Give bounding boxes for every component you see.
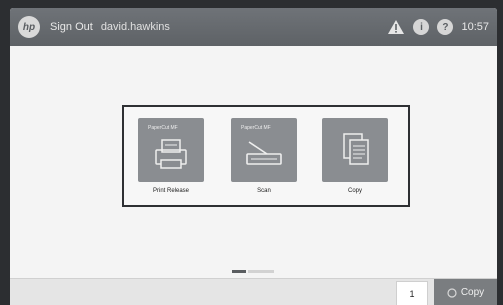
status-area: i ? 10:57 — [387, 19, 489, 35]
clock: 10:57 — [461, 21, 489, 33]
help-icon[interactable]: ? — [437, 19, 454, 35]
copy-start-icon — [447, 287, 457, 298]
tile-label: Copy — [347, 188, 362, 194]
sign-out-button[interactable]: Sign Out — [50, 21, 93, 33]
tile-print-release[interactable]: PaperCut MF Print Release — [138, 118, 204, 202]
hp-logo[interactable]: hp — [18, 16, 40, 38]
tile-label: Scan — [257, 188, 271, 194]
scanner-icon — [246, 141, 282, 165]
tile-scan-button[interactable]: PaperCut MF — [231, 118, 297, 182]
warning-icon[interactable] — [387, 19, 405, 35]
info-icon[interactable]: i — [413, 19, 430, 35]
tile-scan[interactable]: PaperCut MF Scan — [231, 118, 297, 202]
copy-button-label: Copy — [460, 287, 485, 298]
tile-print-release-button[interactable]: PaperCut MF — [138, 118, 204, 182]
touch-screen: hp Sign Out david.hawkins i ? 10:57 Pape… — [10, 8, 497, 305]
page-indicator[interactable] — [232, 270, 274, 273]
bottom-bar: 1 Copy — [10, 278, 497, 305]
tile-copy[interactable]: Copy — [322, 118, 388, 202]
copies-count-field[interactable]: 1 — [396, 281, 428, 305]
app-tiles-panel: PaperCut MF Print Release PaperCut MF Sc… — [122, 105, 410, 207]
copy-button[interactable]: Copy — [434, 279, 497, 305]
username-label: david.hawkins — [100, 21, 170, 33]
page-dot-active[interactable] — [232, 270, 246, 273]
copy-documents-icon — [343, 133, 369, 165]
tile-copy-button[interactable] — [322, 118, 388, 182]
top-bar: hp Sign Out david.hawkins i ? 10:57 — [10, 8, 497, 46]
page-dot[interactable] — [248, 270, 274, 273]
print-release-icon — [155, 139, 187, 169]
tile-label: Print Release — [152, 188, 190, 194]
